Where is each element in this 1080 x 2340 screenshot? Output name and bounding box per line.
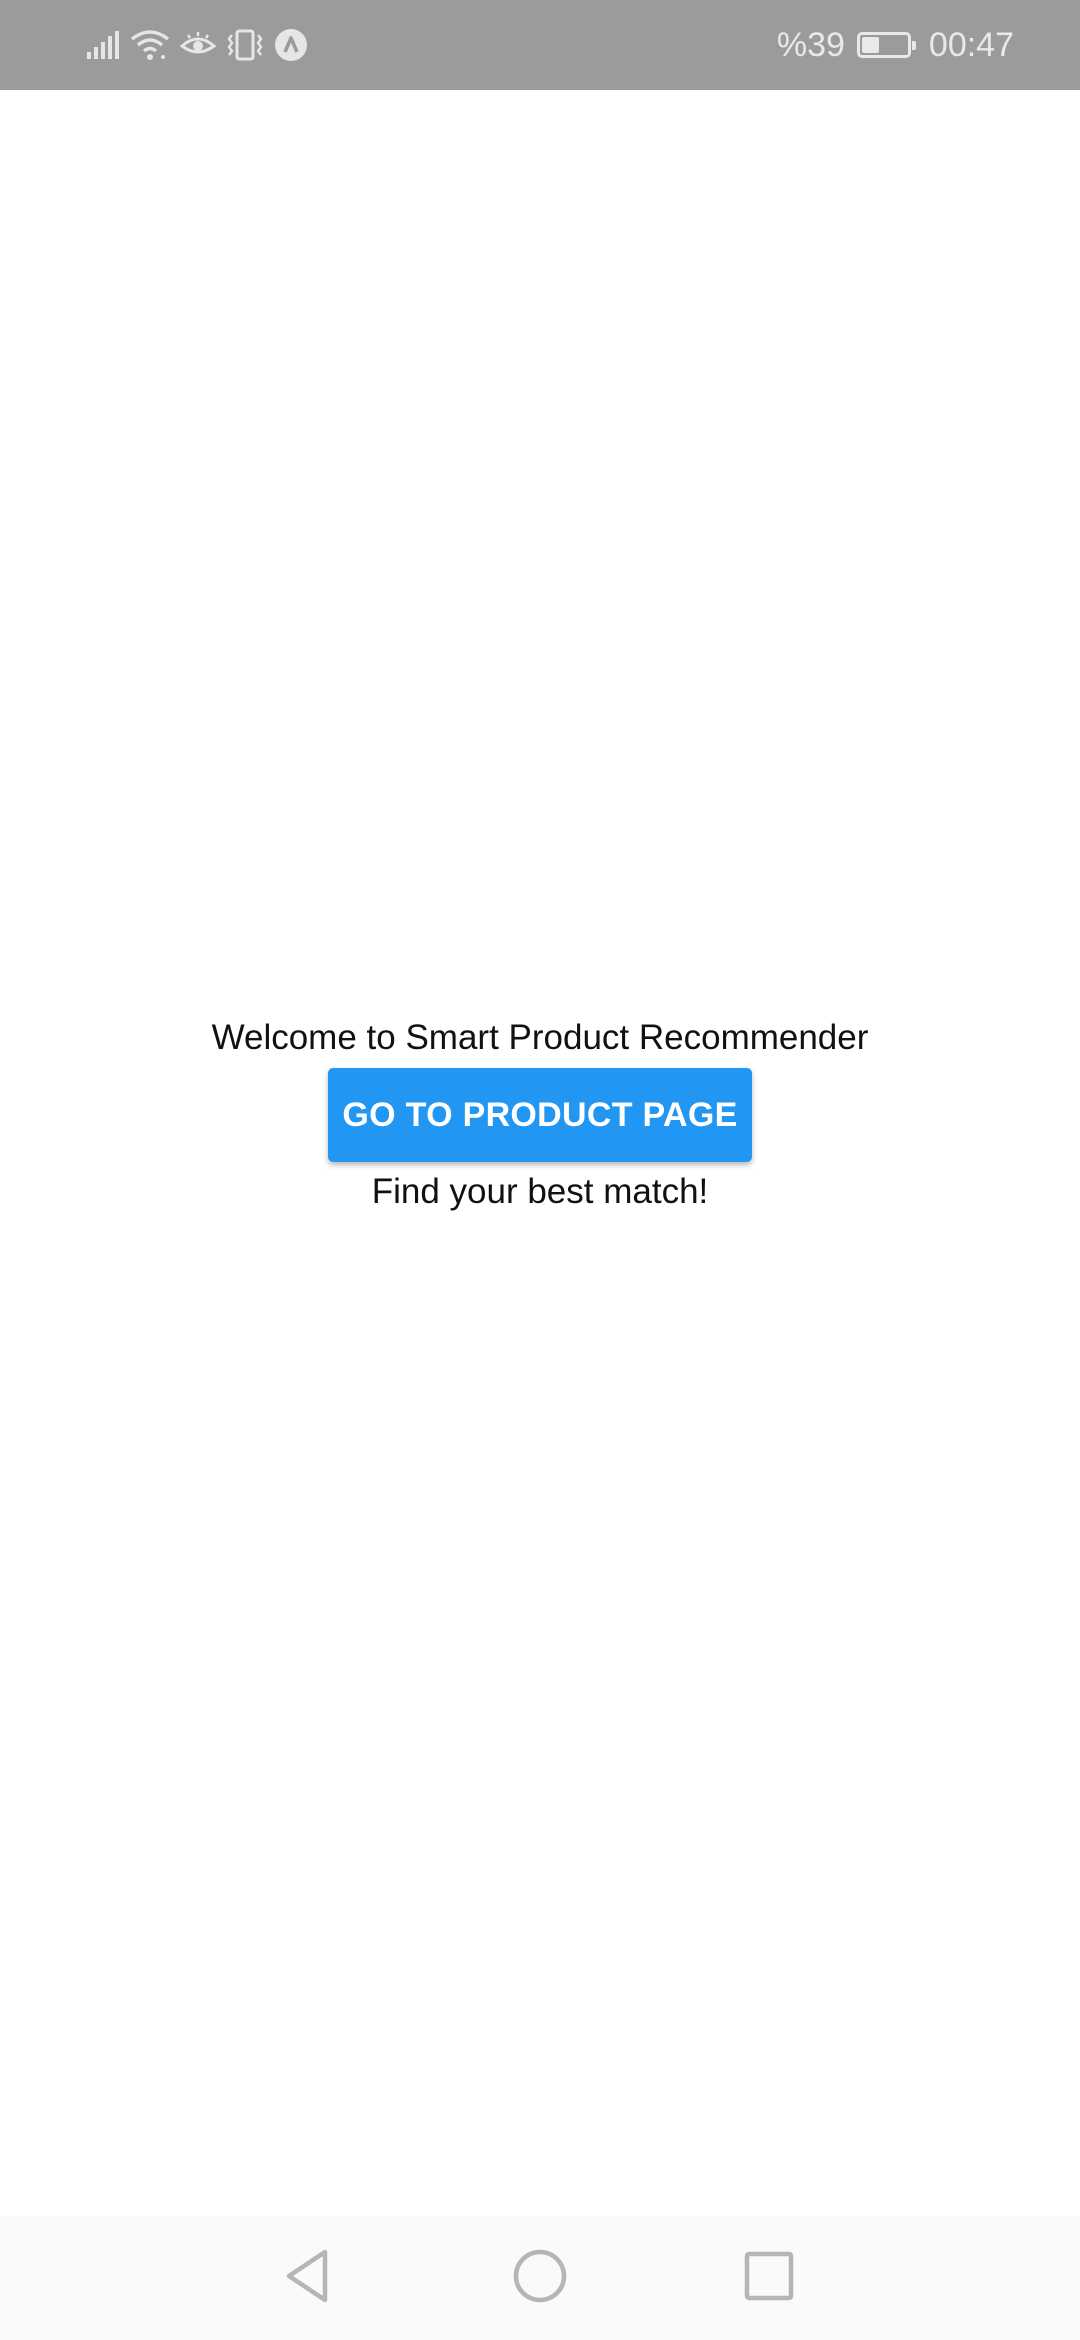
back-icon bbox=[283, 2248, 333, 2309]
signal-icon bbox=[86, 30, 120, 60]
home-icon bbox=[512, 2248, 568, 2309]
battery-icon bbox=[856, 32, 916, 58]
welcome-text: Welcome to Smart Product Recommender bbox=[211, 1018, 869, 1057]
wifi-icon bbox=[130, 29, 170, 61]
status-icons-right: %39 00:47 bbox=[777, 22, 1014, 68]
home-button[interactable] bbox=[502, 2240, 578, 2316]
recents-button[interactable] bbox=[731, 2240, 807, 2316]
vibrate-icon bbox=[226, 29, 264, 61]
main-content: Welcome to Smart Product Recommender GO … bbox=[0, 1012, 1080, 1218]
app-notification-icon bbox=[274, 28, 308, 62]
clock: 00:47 bbox=[928, 25, 1014, 64]
battery-level-fill bbox=[861, 37, 879, 53]
status-bar: %39 00:47 bbox=[0, 0, 1080, 90]
back-button[interactable] bbox=[270, 2240, 346, 2316]
navigation-bar bbox=[0, 2216, 1080, 2340]
go-to-product-page-button[interactable]: GO TO PRODUCT PAGE bbox=[328, 1068, 752, 1162]
eye-comfort-icon bbox=[180, 30, 216, 60]
tagline-text: Find your best match! bbox=[371, 1172, 709, 1211]
screen: %39 00:47 Welcome to Smart Product Recom… bbox=[0, 0, 1080, 2340]
battery-percentage: %39 bbox=[776, 25, 845, 64]
status-icons-left bbox=[86, 22, 308, 68]
recents-icon bbox=[743, 2250, 795, 2307]
